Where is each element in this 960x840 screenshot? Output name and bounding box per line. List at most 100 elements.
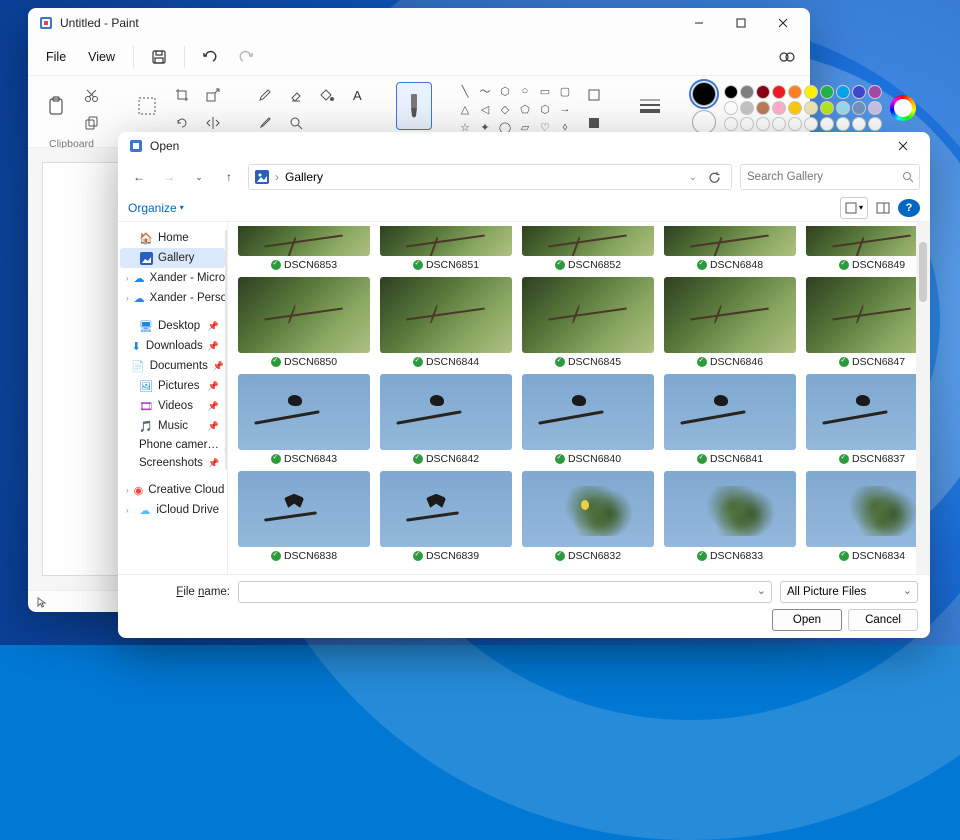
open-dialog-titlebar[interactable]: Open	[118, 132, 930, 160]
dialog-close-button[interactable]	[882, 132, 924, 160]
color-swatch[interactable]	[820, 101, 834, 115]
gallery-item[interactable]: DSCN6837	[806, 374, 930, 465]
color-swatch[interactable]	[836, 85, 850, 99]
organize-button[interactable]: Organize▾	[128, 201, 184, 215]
select-button[interactable]	[129, 82, 165, 130]
color-swatch[interactable]	[804, 85, 818, 99]
nav-home[interactable]: 🏠Home	[120, 228, 225, 248]
empty-swatch[interactable]	[836, 117, 850, 131]
save-button[interactable]	[142, 42, 176, 72]
maximize-button[interactable]	[720, 9, 762, 37]
cut-button[interactable]	[77, 82, 105, 108]
color-swatch[interactable]	[820, 85, 834, 99]
color-swatch[interactable]	[756, 101, 770, 115]
gallery-item[interactable]: DSCN6840	[522, 374, 654, 465]
color-swatch[interactable]	[772, 101, 786, 115]
back-button[interactable]: ←	[128, 166, 150, 188]
gallery-item[interactable]: DSCN6846	[664, 277, 796, 368]
empty-swatch[interactable]	[868, 117, 882, 131]
copy-button[interactable]	[77, 110, 105, 136]
menu-file[interactable]: File	[36, 44, 76, 70]
redo-button[interactable]	[229, 42, 263, 72]
empty-swatch[interactable]	[820, 117, 834, 131]
gallery-item[interactable]: DSCN6849	[806, 226, 930, 271]
empty-swatch[interactable]	[788, 117, 802, 131]
nav-creative-cloud[interactable]: ›◉Creative Cloud F…	[120, 480, 225, 500]
size-button[interactable]	[632, 82, 668, 130]
nav-downloads[interactable]: ⬇Downloads📌	[120, 336, 225, 356]
preview-pane-button[interactable]	[872, 197, 894, 219]
eraser-tool[interactable]	[282, 82, 310, 108]
edit-colors-button[interactable]	[890, 95, 916, 121]
color-swatch[interactable]	[724, 85, 738, 99]
color-swatch[interactable]	[852, 85, 866, 99]
pencil-tool[interactable]	[251, 82, 279, 108]
gallery-item[interactable]: DSCN6832	[522, 471, 654, 562]
color-swatch[interactable]	[724, 101, 738, 115]
close-button[interactable]	[762, 9, 804, 37]
paste-button[interactable]	[38, 82, 74, 130]
color-swatch[interactable]	[868, 85, 882, 99]
gallery-item[interactable]: DSCN6842	[380, 374, 512, 465]
chevron-down-icon[interactable]: ⌄	[689, 172, 697, 183]
color-swatch[interactable]	[788, 85, 802, 99]
color-swatch[interactable]	[788, 101, 802, 115]
fill-tool[interactable]	[313, 82, 341, 108]
color-swatch[interactable]	[852, 101, 866, 115]
empty-swatch[interactable]	[852, 117, 866, 131]
color-swatch[interactable]	[772, 85, 786, 99]
gallery-item[interactable]: DSCN6841	[664, 374, 796, 465]
nav-onedrive-micros[interactable]: ›☁Xander - Micros…	[120, 268, 225, 288]
gallery-item[interactable]: DSCN6845	[522, 277, 654, 368]
gallery-item[interactable]: DSCN6839	[380, 471, 512, 562]
cancel-button[interactable]: Cancel	[848, 609, 918, 631]
navigation-pane[interactable]: 🏠Home Gallery ›☁Xander - Micros… ›☁Xande…	[118, 222, 228, 574]
color-swatch[interactable]	[740, 101, 754, 115]
filename-combobox[interactable]	[238, 581, 772, 603]
gallery-item[interactable]: DSCN6834	[806, 471, 930, 562]
shapes-palette[interactable]: ╲〜⬡○▭▢ △◁◇⬠⬡→ ☆✦◯▱♡⬨	[456, 83, 574, 135]
empty-swatch[interactable]	[724, 117, 738, 131]
crop-button[interactable]	[168, 82, 196, 108]
nav-icloud-drive[interactable]: ›☁iCloud Drive	[120, 500, 225, 520]
nav-videos[interactable]: 🎞Videos📌	[120, 396, 225, 416]
open-button[interactable]: Open	[772, 609, 842, 631]
nav-desktop[interactable]: 🖥Desktop📌	[120, 316, 225, 336]
search-box[interactable]	[740, 164, 920, 190]
nav-gallery[interactable]: Gallery	[120, 248, 225, 268]
brush-button[interactable]	[396, 82, 432, 130]
gallery-view[interactable]: DSCN6853DSCN6851DSCN6852DSCN6848DSCN6849…	[228, 222, 930, 574]
resize-button[interactable]	[199, 82, 227, 108]
minimize-button[interactable]	[678, 9, 720, 37]
color2-swatch[interactable]	[692, 110, 716, 134]
gallery-item[interactable]: DSCN6853	[238, 226, 370, 271]
nav-phone-camera[interactable]: Phone camer…📌	[120, 436, 225, 454]
gallery-item[interactable]: DSCN6833	[664, 471, 796, 562]
gallery-item[interactable]: DSCN6852	[522, 226, 654, 271]
breadcrumb-gallery[interactable]: Gallery	[285, 170, 323, 184]
menu-view[interactable]: View	[78, 44, 125, 70]
address-bar[interactable]: › Gallery ⌄	[248, 164, 732, 190]
file-filter-combobox[interactable]: All Picture Files	[780, 581, 918, 603]
gallery-item[interactable]: DSCN6838	[238, 471, 370, 562]
color-swatch[interactable]	[836, 101, 850, 115]
view-options-button[interactable]: ▾	[840, 197, 868, 219]
copilot-button[interactable]	[770, 42, 804, 72]
color-swatch[interactable]	[756, 85, 770, 99]
color-swatch[interactable]	[868, 101, 882, 115]
nav-screenshots[interactable]: Screenshots📌	[120, 454, 225, 472]
color1-swatch[interactable]	[692, 82, 716, 106]
nav-pictures[interactable]: 🖼Pictures📌	[120, 376, 225, 396]
gallery-item[interactable]: DSCN6851	[380, 226, 512, 271]
shape-outline-button[interactable]	[580, 82, 608, 108]
gallery-scrollbar[interactable]	[916, 222, 930, 574]
paint-titlebar[interactable]: Untitled - Paint	[28, 8, 810, 38]
nav-documents[interactable]: 📄Documents📌	[120, 356, 225, 376]
nav-onedrive-person[interactable]: ›☁Xander - Person…	[120, 288, 225, 308]
gallery-item[interactable]: DSCN6847	[806, 277, 930, 368]
search-input[interactable]	[747, 171, 896, 183]
color-swatch[interactable]	[804, 101, 818, 115]
empty-swatch[interactable]	[740, 117, 754, 131]
recent-locations-button[interactable]: ⌄	[188, 166, 210, 188]
gallery-item[interactable]: DSCN6844	[380, 277, 512, 368]
